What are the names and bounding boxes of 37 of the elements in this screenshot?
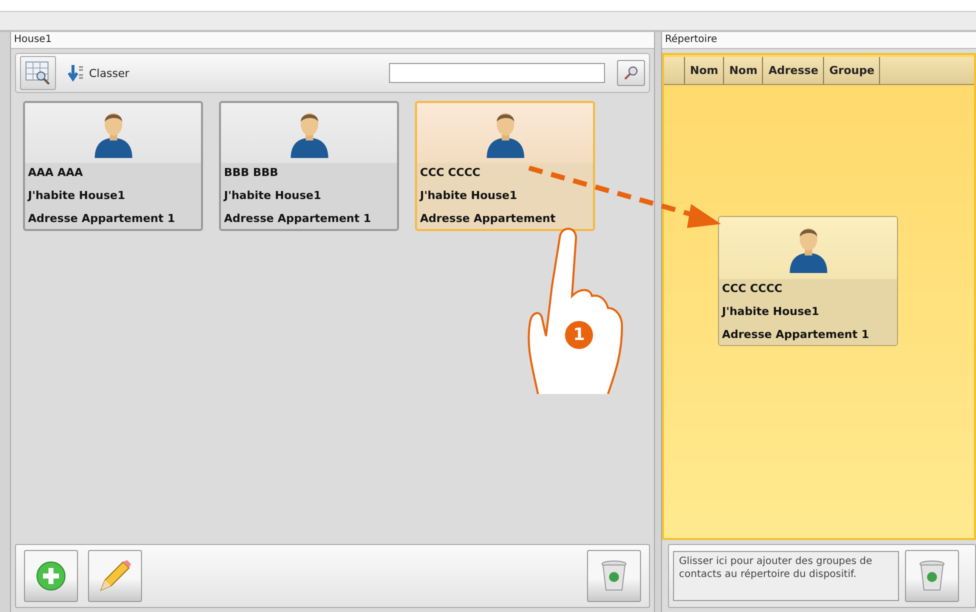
contact-name: BBB BBB [224, 165, 280, 181]
contact-residence: J'habite House1 [224, 188, 322, 204]
pencil-icon [97, 558, 133, 594]
contact-address: Adresse Appartement [420, 211, 556, 227]
plus-icon [36, 561, 66, 591]
search-field[interactable] [388, 63, 605, 83]
contact-name: CCC CCCC [722, 281, 784, 297]
contact-residence: J'habite House1 [420, 188, 518, 204]
contact-card[interactable]: CCC CCCC J'habite House1 Adresse Appartement [415, 101, 595, 231]
column-header[interactable]: Nom [684, 57, 724, 84]
panel-title: Répertoire [662, 32, 976, 49]
dragged-contact-card[interactable]: CCC CCCC J'habite House1 Adresse Appartement 1 [718, 216, 898, 346]
delete-button[interactable] [904, 550, 959, 602]
column-header[interactable]: Adresse [763, 57, 824, 84]
contact-name: CCC CCCC [420, 165, 482, 181]
contact-address: Adresse Appartement 1 [722, 327, 870, 343]
search-button[interactable] [616, 60, 645, 86]
trash-can-icon [918, 560, 945, 592]
sort-icon [68, 64, 86, 82]
sort-button[interactable]: Classer [68, 64, 130, 82]
column-header[interactable]: Nom [724, 57, 764, 84]
column-header[interactable]: Groupe [824, 57, 880, 84]
contact-card[interactable]: BBB BBB J'habite House1 Adresse Appartement 1 [219, 101, 399, 231]
contact-address: Adresse Appartement 1 [224, 211, 372, 227]
contact-card[interactable]: AAA AAA J'habite House1 Adresse Appartement 1 [23, 101, 203, 231]
contact-residence: J'habite House1 [722, 304, 820, 320]
delete-button[interactable] [586, 550, 641, 602]
trash-can-icon [600, 560, 627, 592]
panel-title: House1 [11, 32, 654, 49]
drop-hint: Glisser ici pour ajouter des groupes de contacts au répertoire du dispositif. [672, 551, 899, 601]
add-button[interactable] [24, 550, 78, 602]
grid-search-button[interactable] [20, 56, 56, 90]
edit-button[interactable] [88, 550, 142, 602]
contact-residence: J'habite House1 [28, 188, 126, 204]
search-icon [622, 65, 639, 81]
contact-name: AAA AAA [28, 165, 84, 181]
contact-address: Adresse Appartement 1 [28, 211, 176, 227]
